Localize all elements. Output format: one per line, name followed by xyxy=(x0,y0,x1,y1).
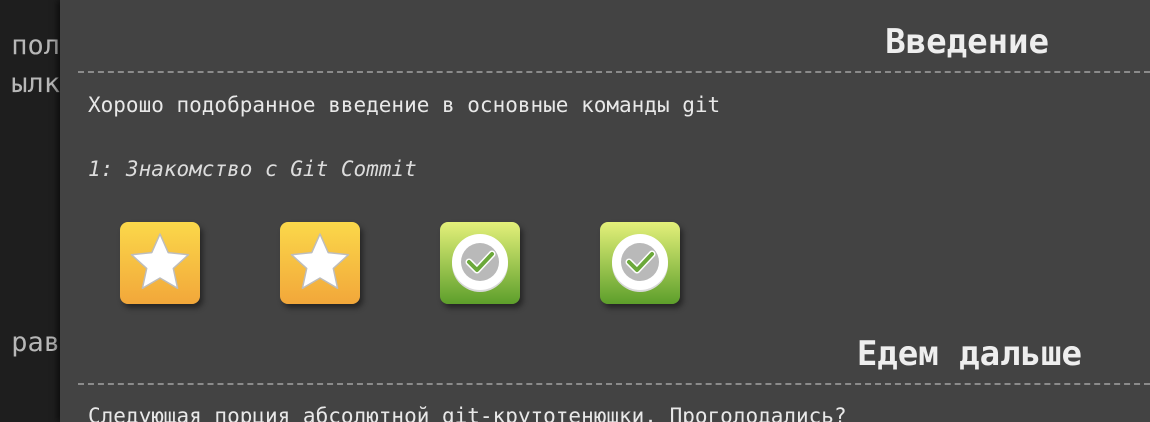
section-divider xyxy=(78,383,1150,385)
level-name[interactable]: 1: Знакомство с Git Commit xyxy=(88,157,417,181)
section-description-next: Следующая порция абсолютной git-крутотен… xyxy=(88,404,847,422)
checkmark-icon xyxy=(452,234,508,292)
level-badge-3[interactable] xyxy=(440,222,520,304)
section-title-next: Едем дальше xyxy=(856,334,1082,374)
checkmark-icon xyxy=(612,234,668,292)
star-icon xyxy=(130,233,190,290)
background-pane: пол ылк рав xyxy=(0,0,60,422)
level-badge-4[interactable] xyxy=(600,222,680,304)
background-text-fragment: пол xyxy=(11,30,60,61)
section-title-intro: Введение xyxy=(885,22,1049,62)
section-description-intro: Хорошо подобранное введение в основные к… xyxy=(88,93,721,117)
section-divider xyxy=(78,71,1150,73)
background-text-fragment: ылк xyxy=(11,68,60,99)
background-text-fragment: рав xyxy=(11,327,60,358)
star-icon xyxy=(290,233,350,290)
level-select-panel: Введение Хорошо подобранное введение в о… xyxy=(60,0,1150,422)
level-badge-2[interactable] xyxy=(280,222,360,304)
level-badge-1[interactable] xyxy=(120,222,200,304)
